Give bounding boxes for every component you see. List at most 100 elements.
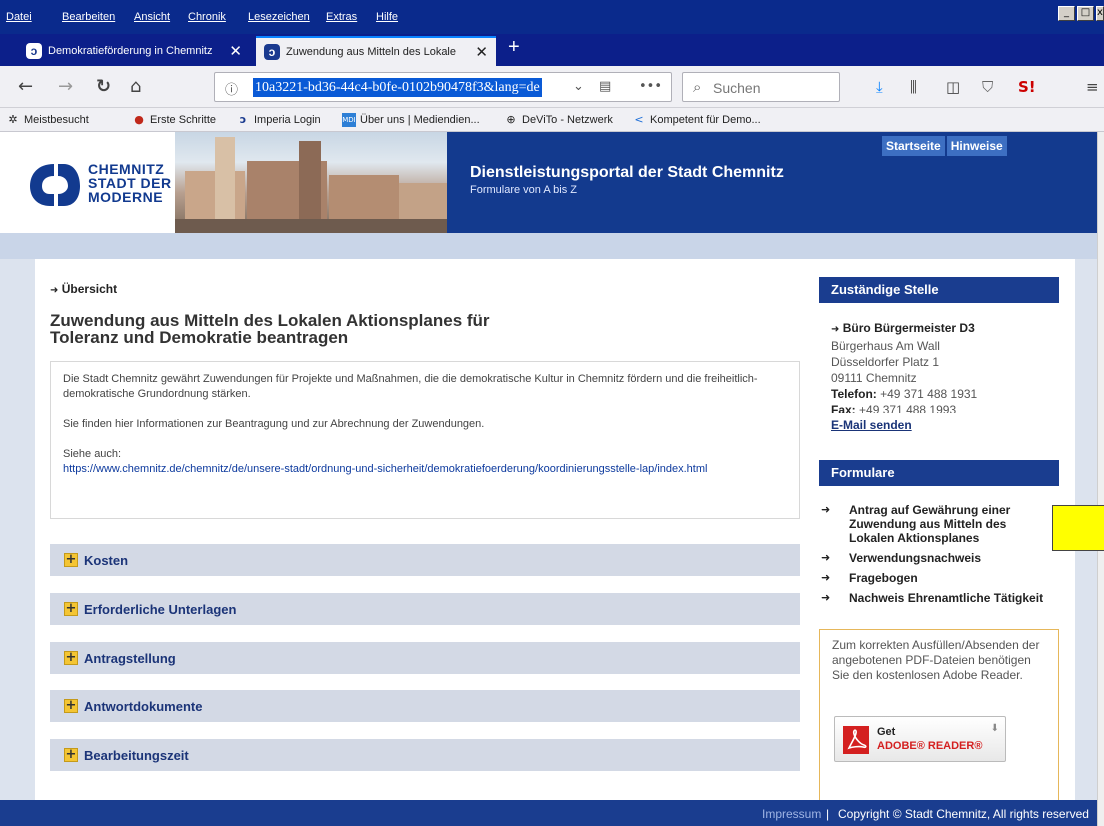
phone-line: Telefon: +49 371 488 1931: [831, 386, 1061, 402]
accordion-bearbeitungszeit[interactable]: + Bearbeitungszeit: [50, 739, 800, 771]
home-icon[interactable]: ⌂: [130, 76, 141, 97]
address-line-3: 09111 Chemnitz: [831, 371, 917, 385]
menu-datei[interactable]: Datei: [6, 11, 32, 23]
bookmark-ueber-uns[interactable]: MDI Über uns | Mediendien...: [342, 113, 480, 127]
bookmarks-bar: ✲ Meistbesucht ● Erste Schritte ɔ Imperia L…: [0, 108, 1104, 132]
search-icon: ⌕: [693, 78, 702, 96]
tab-title: Demokratieförderung in Chemnitz: [48, 45, 213, 57]
extension-icon[interactable]: S!: [1018, 78, 1036, 96]
form-link-nachweis-ehrenamt[interactable]: ➜ Nachweis Ehrenamtliche Tätigkeit: [819, 591, 1069, 605]
logo-line-2: STADT DER: [88, 175, 172, 191]
accordion-label: Kosten: [84, 552, 129, 568]
accordion-erforderliche-unterlagen[interactable]: + Erforderliche Unterlagen: [50, 593, 800, 625]
menu-bearbeiten[interactable]: Bearbeiten: [62, 11, 115, 23]
download-arrow-icon: ⬇: [990, 723, 999, 734]
menu-hilfe[interactable]: Hilfe: [376, 11, 398, 23]
shield-icon[interactable]: ⛉: [982, 78, 993, 96]
site-header: CHEMNITZ STADT DER MODERNE Dienstleistun…: [0, 132, 1097, 233]
firefox-icon: ●: [134, 113, 144, 126]
back-icon[interactable]: ←: [18, 76, 33, 97]
bookmark-label: Meistbesucht: [24, 114, 89, 126]
minimize-icon[interactable]: _: [1058, 6, 1075, 21]
site-subtitle: Formulare von A bis Z: [470, 184, 577, 196]
url-bar[interactable]: ⓘ 10a3221-bd36-44c4-b0fe-0102b90478f3&la…: [214, 72, 672, 102]
menu-extras[interactable]: Extras: [326, 11, 357, 23]
dropdown-chevron-icon[interactable]: ⌄: [573, 79, 584, 94]
gear-icon: ✲: [8, 113, 18, 126]
accordion-antwortdokumente[interactable]: + Antwortdokumente: [50, 690, 800, 722]
forms-list: ➜ Antrag auf Gewährung einer Zuwendung au…: [819, 503, 1069, 611]
search-placeholder: Suchen: [713, 80, 761, 96]
nav-hinweise[interactable]: Hinweise: [946, 136, 1007, 156]
nav-startseite[interactable]: Startseite: [882, 136, 945, 156]
contact-heading: Zuständige Stelle: [819, 277, 1059, 303]
url-text[interactable]: 10a3221-bd36-44c4-b0fe-0102b90478f3&lang…: [253, 78, 542, 97]
email-link[interactable]: E-Mail senden: [831, 417, 1061, 433]
search-bar[interactable]: ⌕ Suchen: [682, 72, 840, 102]
site-logo[interactable]: CHEMNITZ STADT DER MODERNE: [0, 132, 175, 233]
expand-plus-icon: +: [64, 650, 78, 665]
new-tab-icon[interactable]: +: [508, 36, 520, 59]
intro-box: Die Stadt Chemnitz gewährt Zuwendungen f…: [50, 361, 800, 519]
form-link-fragebogen[interactable]: ➜ Fragebogen: [819, 571, 1069, 585]
form-label: Verwendungsnachweis: [849, 551, 982, 565]
logo-line-1: CHEMNITZ: [88, 161, 165, 177]
bookmark-devito[interactable]: ⊕ DeViTo - Netzwerk: [504, 113, 613, 127]
form-label: Antrag auf Gewährung einer Zuwendung aus…: [849, 503, 1011, 545]
accordion-antragstellung[interactable]: + Antragstellung: [50, 642, 800, 674]
page-actions-icon[interactable]: •••: [639, 79, 662, 94]
bookmark-label: Über uns | Mediendien...: [360, 114, 480, 126]
tab-zuwendung[interactable]: ɔ Zuwendung aus Mitteln des Lokale ✕: [256, 36, 496, 66]
bookmark-erste-schritte[interactable]: ● Erste Schritte: [132, 113, 216, 127]
content-area: ➜ Übersicht Zuwendung aus Mitteln des Lo…: [35, 259, 1075, 826]
yellow-highlight-box: [1052, 505, 1104, 551]
form-link-antrag[interactable]: ➜ Antrag auf Gewährung einer Zuwendung au…: [819, 503, 1069, 545]
adobe-reader-label: ADOBE® READER®: [877, 740, 983, 752]
bookmark-meistbesucht[interactable]: ✲ Meistbesucht: [6, 113, 89, 127]
bookmark-kompetent[interactable]: < Kompetent für Demo...: [632, 113, 760, 127]
site-footer: Impressum | Copyright © Stadt Chemnitz, …: [0, 800, 1097, 826]
form-link-verwendungsnachweis[interactable]: ➜ Verwendungsnachweis: [819, 551, 1069, 565]
breadcrumb[interactable]: ➜ Übersicht: [50, 282, 117, 296]
accordion-label: Antragstellung: [84, 650, 176, 666]
office-label: Büro Bürgermeister D3: [842, 321, 975, 335]
fax-line: Fax: +49 371 488 1993: [831, 402, 1061, 413]
close-window-icon[interactable]: x: [1096, 6, 1104, 21]
fax-label: Fax:: [831, 403, 856, 413]
menu-chronik[interactable]: Chronik: [188, 11, 226, 23]
reader-view-icon[interactable]: ▤: [599, 79, 611, 94]
library-icon[interactable]: ⫼: [910, 78, 917, 96]
tab-demokratiefoerderung[interactable]: ɔ Demokratieförderung in Chemnitz ✕: [18, 36, 250, 66]
tab-title: Zuwendung aus Mitteln des Lokale: [286, 46, 456, 58]
intro-paragraph-2: Sie finden hier Informationen zur Beantr…: [63, 418, 485, 430]
forward-icon[interactable]: →: [58, 76, 73, 97]
reload-icon[interactable]: ↻: [96, 76, 111, 97]
page-scrollbar[interactable]: [1097, 132, 1104, 826]
close-tab-icon[interactable]: ✕: [469, 43, 488, 61]
info-icon[interactable]: ⓘ: [225, 79, 238, 98]
accordion-kosten[interactable]: + Kosten: [50, 544, 800, 576]
close-tab-icon[interactable]: ✕: [223, 42, 242, 60]
expand-plus-icon: +: [64, 552, 78, 567]
page-viewport: CHEMNITZ STADT DER MODERNE Dienstleistun…: [0, 132, 1097, 826]
office-name[interactable]: ➜ Büro Bürgermeister D3: [831, 320, 1061, 338]
maximize-icon[interactable]: □: [1077, 6, 1094, 21]
chemnitz-logo-icon: [30, 164, 80, 206]
menu-lesezeichen[interactable]: Lesezeichen: [248, 11, 310, 23]
bookmark-imperia-login[interactable]: ɔ Imperia Login: [236, 113, 321, 127]
sidebar-icon[interactable]: ◫: [946, 78, 960, 96]
menu-ansicht[interactable]: Ansicht: [134, 11, 170, 23]
download-icon[interactable]: ⤓: [876, 78, 883, 96]
impressum-link[interactable]: Impressum: [762, 807, 821, 821]
see-also-label: Siehe auch:: [63, 448, 122, 460]
address-line-2: Düsseldorfer Platz 1: [831, 355, 940, 369]
get-adobe-reader-button[interactable]: Get ADOBE® READER® ⬇: [834, 716, 1006, 762]
hamburger-menu-icon[interactable]: ≡: [1086, 78, 1099, 96]
chemnitz-favicon-icon: ɔ: [264, 44, 280, 60]
header-photo-town-hall: [175, 132, 447, 233]
form-label: Fragebogen: [849, 571, 918, 585]
site-title: Dienstleistungsportal der Stadt Chemnitz: [470, 164, 784, 181]
phone-number: +49 371 488 1931: [880, 387, 978, 401]
see-also-link[interactable]: https://www.chemnitz.de/chemnitz/de/unse…: [63, 463, 707, 475]
arrow-right-icon: ➜: [831, 324, 840, 335]
